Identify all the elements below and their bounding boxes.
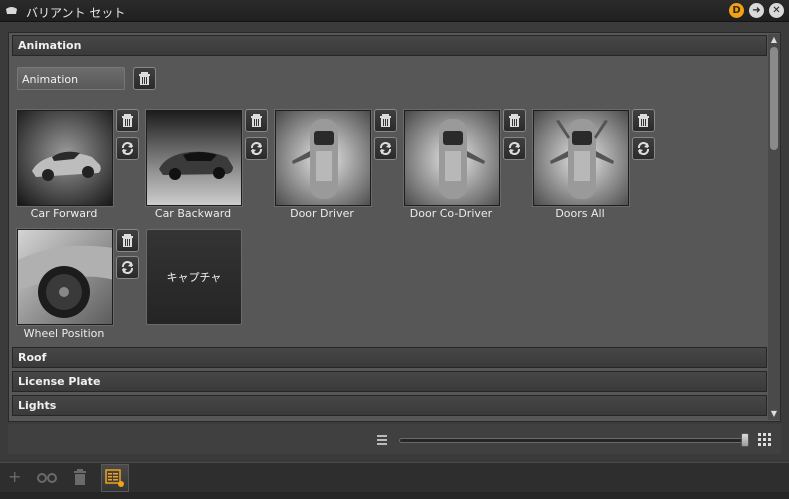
window-title: バリアント セット (26, 6, 126, 20)
trash-icon (139, 72, 150, 85)
grid-view-icon[interactable] (758, 433, 771, 446)
refresh-variant-button[interactable] (116, 137, 139, 160)
arrow-right-icon[interactable]: ➜ (749, 3, 764, 18)
variant-label: Car Forward (30, 207, 98, 220)
add-icon[interactable]: + (8, 467, 21, 489)
section-header-license-plate[interactable]: License Plate (12, 371, 767, 392)
trash-icon[interactable] (73, 469, 87, 485)
variant-label: Wheel Position (23, 327, 105, 340)
variant-thumb-car-forward[interactable] (17, 110, 113, 206)
trash-icon (509, 114, 520, 127)
variant-thumb-wheel-position[interactable] (17, 229, 113, 325)
bottom-edge (0, 492, 789, 499)
variant-thumb-door-co-driver[interactable] (404, 110, 500, 206)
trash-icon (122, 114, 133, 127)
refresh-variant-button[interactable] (374, 137, 397, 160)
car-top-view-all-doors-open-icon (534, 111, 628, 205)
dock-icon[interactable]: D (729, 3, 744, 18)
delete-variant-button[interactable] (374, 109, 397, 132)
refresh-variant-button[interactable] (503, 137, 526, 160)
variant-panel: Animation Animation Car Forward Car Back… (8, 32, 781, 422)
section-label: Roof (18, 351, 47, 364)
car-front-quarter-view-icon (18, 111, 112, 205)
section-header-animation[interactable]: Animation (12, 35, 767, 56)
refresh-variant-button[interactable] (116, 256, 139, 279)
delete-variant-button[interactable] (245, 109, 268, 132)
refresh-icon (251, 141, 262, 156)
vertical-scrollbar[interactable]: ▲ ▼ (768, 34, 780, 420)
scroll-down-icon[interactable]: ▼ (768, 408, 780, 420)
variant-label: Door Driver (290, 207, 354, 220)
variant-thumb-doors-all[interactable] (533, 110, 629, 206)
list-view-icon[interactable] (376, 434, 388, 446)
thumbnail-size-bar (8, 424, 781, 454)
thumbnail-size-slider[interactable] (399, 438, 749, 443)
bottom-toolbar: + (0, 462, 789, 492)
car-top-view-driver-door-open-icon (276, 111, 370, 205)
section-label: License Plate (18, 375, 101, 388)
delete-variant-button[interactable] (503, 109, 526, 132)
trash-icon (251, 114, 262, 127)
delete-variant-button[interactable] (632, 109, 655, 132)
variant-label: Door Co-Driver (409, 207, 493, 220)
scrollbar-thumb[interactable] (770, 47, 778, 150)
variant-set-icon (6, 7, 17, 14)
variant-thumb-door-driver[interactable] (275, 110, 371, 206)
section-label: Animation (18, 39, 82, 52)
refresh-icon (122, 260, 133, 275)
refresh-icon (380, 141, 391, 156)
variant-thumb-car-backward[interactable] (146, 110, 242, 206)
delete-set-button[interactable] (133, 67, 156, 90)
section-header-lights[interactable]: Lights (12, 395, 767, 416)
section-label: Lights (18, 399, 57, 412)
variant-label: Car Backward (154, 207, 232, 220)
slider-handle[interactable] (741, 433, 749, 447)
refresh-variant-button[interactable] (632, 137, 655, 160)
animation-name-field[interactable]: Animation (17, 67, 125, 90)
delete-variant-button[interactable] (116, 109, 139, 132)
refresh-icon (122, 141, 133, 156)
delete-variant-button[interactable] (116, 229, 139, 252)
variant-sets-view-button[interactable] (101, 464, 129, 492)
variant-label: Doors All (555, 207, 605, 220)
capture-button[interactable]: キャプチャ (146, 229, 242, 325)
trash-icon (638, 114, 649, 127)
scroll-up-icon[interactable]: ▲ (768, 34, 780, 46)
variant-sets-icon (105, 469, 124, 487)
car-wheel-closeup-icon (18, 230, 112, 324)
title-bar: バリアント セット D ➜ ✕ (0, 0, 789, 22)
trash-icon (380, 114, 391, 127)
close-icon[interactable]: ✕ (769, 3, 784, 18)
link-icon[interactable] (36, 472, 58, 484)
trash-icon (122, 234, 133, 247)
section-header-roof[interactable]: Roof (12, 347, 767, 368)
car-rear-quarter-view-icon (147, 111, 241, 205)
car-top-view-codriver-door-open-icon (405, 111, 499, 205)
refresh-icon (638, 141, 649, 156)
refresh-variant-button[interactable] (245, 137, 268, 160)
refresh-icon (509, 141, 520, 156)
